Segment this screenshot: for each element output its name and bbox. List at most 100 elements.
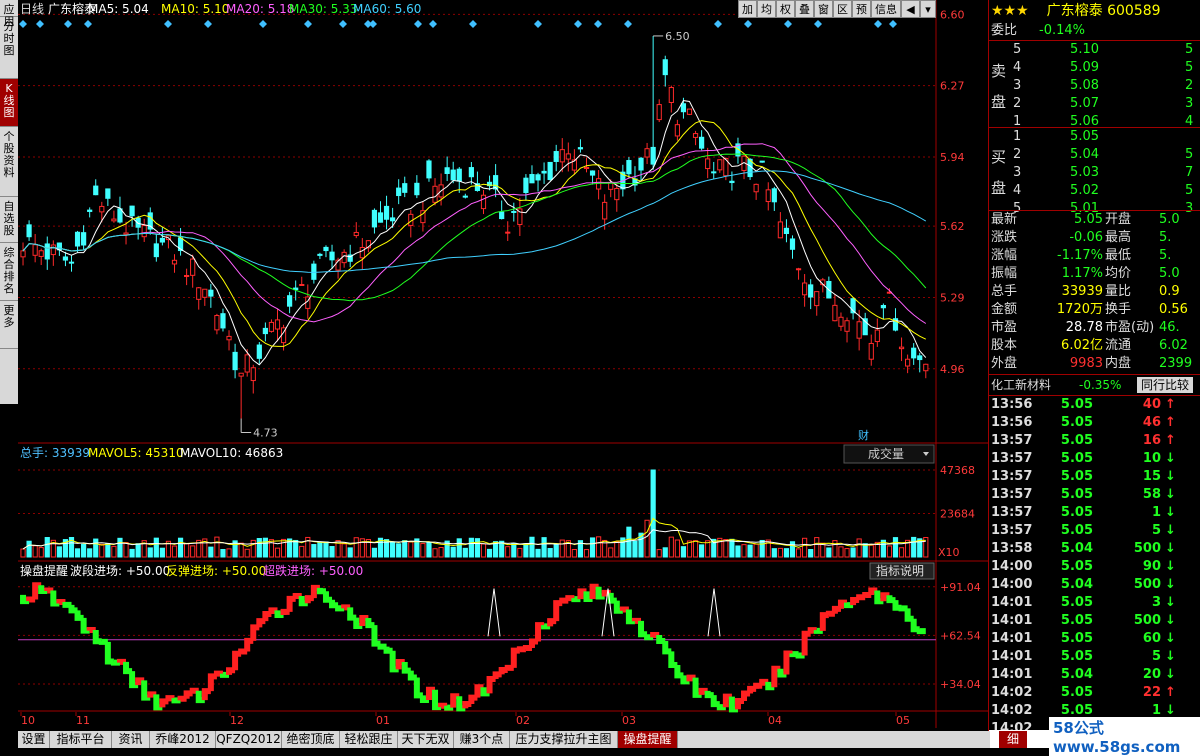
toolbar-button-2[interactable]: 权 [776,0,795,18]
bottom-tab-3[interactable]: 乔峰2012 [150,731,216,748]
finance-marker: 财 [858,428,869,442]
tick-cell: 58 [1119,486,1161,504]
candle-body [875,330,879,341]
volume-bar [106,544,110,557]
arrow-down-icon: ↓ [1165,558,1176,576]
nav-kline[interactable]: K线图 [0,79,18,127]
candle-body [288,296,292,306]
high-price-label: 6.50 [665,30,690,43]
detail-tab[interactable]: 细 [999,731,1027,748]
candle-body [815,292,819,306]
volume-bar [730,539,734,557]
toolbar-button-0[interactable]: 加 [738,0,757,18]
volume-bar [760,540,764,557]
bottom-tab-4[interactable]: QFZQ2012 [216,731,282,748]
candle-body [906,359,910,366]
candle-body [754,184,758,191]
bottom-tab-8[interactable]: 赚3个点 [454,731,510,748]
toolbar-button-9[interactable]: ▾ [920,0,936,18]
candle-body [451,170,455,180]
bottom-tab-1[interactable]: 指标平台 [50,731,112,748]
nav-apps[interactable]: 应用 [0,0,18,17]
candle-body [590,171,594,175]
stat-row-3: 振幅1.17%均价5.0 [989,265,1200,283]
bottom-tab-2[interactable]: 资讯 [112,731,150,748]
volume-bar [863,544,867,557]
peer-compare-button[interactable]: 同行比较 [1137,377,1193,393]
volume-legend-2: MAVOL10: 46863 [180,446,283,460]
sell-level-5-cell: 5 [1185,41,1193,59]
candle-body [415,183,419,194]
tick-row: 13:575.0515↓ [989,468,1200,486]
buy-level-4-cell: 5.02 [1049,182,1099,200]
candle-body [378,213,382,222]
arrow-down-icon: ↓ [1165,468,1176,486]
bottom-tab-7[interactable]: 天下无双 [398,731,454,748]
indicator-step [562,601,568,604]
stat-row-0-cell: 5.0 [1159,211,1180,229]
stat-row-0-cell: 开盘 [1105,211,1131,229]
tick-cell: 16 [1119,432,1161,450]
nav-stock-info[interactable]: 个股资料 [0,127,18,197]
nav-ranking[interactable]: 综合排名 [0,243,18,301]
nav-more[interactable]: 更多 [0,301,18,349]
nav-watchlist[interactable]: 自选股 [0,197,18,243]
volume-bar [506,547,510,557]
left-nav: 应用分时图K线图个股资料自选股综合排名更多 [0,0,19,404]
toolbar-button-3[interactable]: 叠 [795,0,814,18]
tick-cell: 500 [1119,576,1161,594]
toolbar-button-5[interactable]: 区 [833,0,852,18]
volume-bar [391,542,395,557]
arrow-down-icon: ↓ [1165,648,1176,666]
nav-timeshare[interactable]: 分时图 [0,17,18,79]
weibi-row-cell: 委比 [991,22,1017,40]
candle-body [760,161,764,162]
tick-row: 13:575.055↓ [989,522,1200,540]
indicator-step [920,629,926,631]
candle-body [118,209,122,222]
toolbar-button-7[interactable]: 信息 [871,0,901,18]
tick-row: 13:585.04500↓ [989,540,1200,558]
toolbar-button-6[interactable]: 预 [852,0,871,18]
candle-body [191,259,195,275]
volume-bar [154,538,158,557]
stat-row-1-cell: 涨跌 [991,229,1017,247]
tick-cell: 46 [1119,414,1161,432]
bottom-tab-6[interactable]: 轻松跟庄 [340,731,398,748]
candle-body [669,88,673,103]
candle-body [33,245,37,256]
tick-cell: 22 [1119,684,1161,702]
volume-bar [669,537,673,557]
kline-chart-area[interactable]: 6.606.275.945.625.294.96日线广东榕泰MA5: 5.04M… [18,0,988,730]
date-axis-label: 11 [76,714,90,727]
volume-bar [833,541,837,557]
candle-body [603,202,607,219]
stat-row-3-cell: 5.0 [1159,265,1180,283]
stat-row-3-cell: 1.17% [1035,265,1103,283]
sell-side-label: 盘 [991,91,1006,112]
toolbar-button-4[interactable]: 窗 [814,0,833,18]
volume-bar [124,543,128,557]
bottom-tab-0[interactable]: 设置 [18,731,50,748]
stat-row-8-cell: 外盘 [991,355,1017,373]
candle-body [542,171,546,173]
toolbar-button-1[interactable]: 均 [757,0,776,18]
stat-row-7-cell: 6.02 [1159,337,1188,355]
volume-unit-label: X10 [938,546,960,559]
ma-legend-6: MA60: 5.60 [353,2,421,16]
bottom-tab-10[interactable]: 操盘提醒 [618,731,678,748]
candle-body [391,218,395,221]
volume-bar [518,548,522,557]
divider [989,374,1200,375]
volume-bar [45,538,49,557]
indicator-help-button: 指标说明 [870,563,934,579]
buy-level-3-cell: 3 [1013,164,1021,182]
candle-body [615,188,619,199]
candle-body [45,244,49,259]
stat-row-4-cell: 量比 [1105,283,1131,301]
sell-level-5: 55.105 [989,41,1200,59]
bottom-tab-5[interactable]: 绝密顶底 [282,731,340,748]
toolbar-button-8[interactable]: ◀ [901,0,920,18]
volume-bar [57,547,61,557]
bottom-tab-9[interactable]: 压力支撑拉升主图 [510,731,618,748]
